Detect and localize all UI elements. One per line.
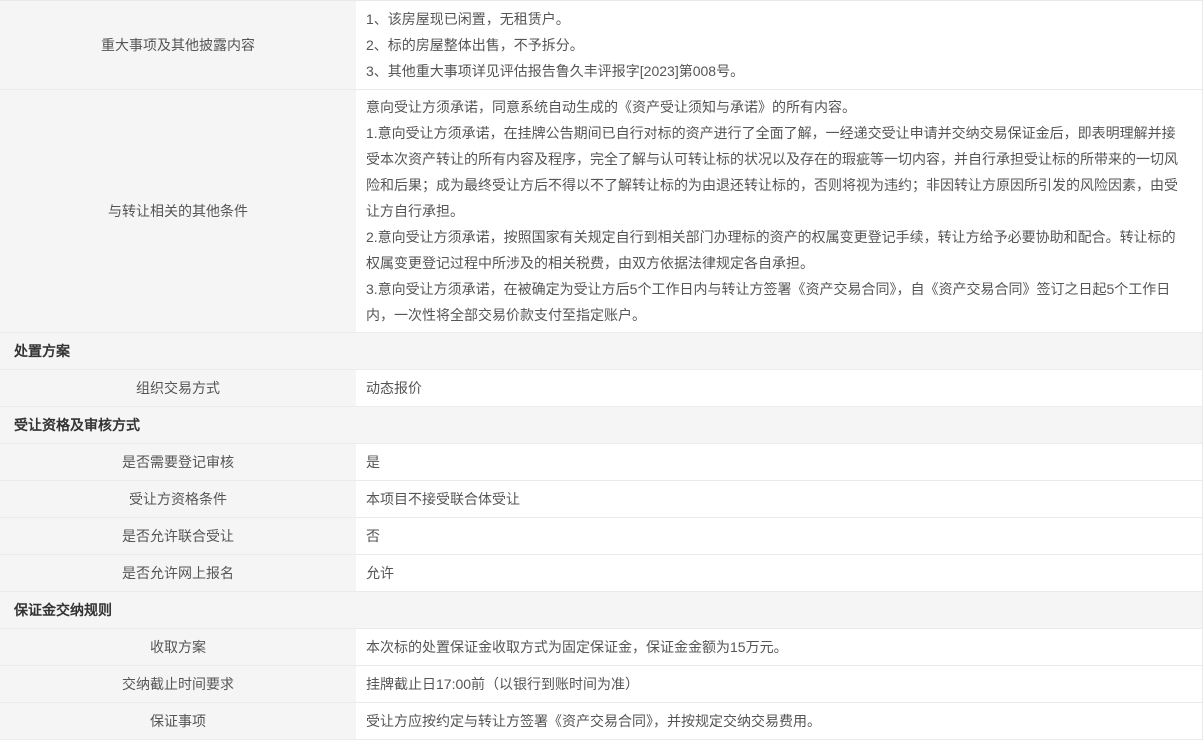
field-value: 否 — [358, 518, 1202, 554]
field-value: 受让方应按约定与转让方签署《资产交易合同》，并按规定交纳交易费用。 — [358, 703, 1202, 739]
field-value: 挂牌截止日17:00前（以银行到账时间为准） — [358, 666, 1202, 702]
disclosure-item: 3、其他重大事项详见评估报告鲁久丰评报字[2023]第008号。 — [366, 58, 1188, 84]
field-label: 保证事项 — [0, 703, 358, 739]
row-guarantee-matters: 保证事项 受让方应按约定与转让方签署《资产交易合同》，并按规定交纳交易费用。 — [0, 703, 1202, 740]
field-label: 是否允许网上报名 — [0, 555, 358, 591]
row-online-registration: 是否允许网上报名 允许 — [0, 555, 1202, 592]
field-label-text: 保证事项 — [150, 711, 206, 731]
field-label-text: 组织交易方式 — [136, 378, 220, 398]
field-value: 意向受让方须承诺，同意系统自动生成的《资产受让须知与承诺》的所有内容。 1.意向… — [358, 90, 1202, 332]
field-value-text: 允许 — [366, 563, 1188, 583]
field-value: 本次标的处置保证金收取方式为固定保证金，保证金金额为15万元。 — [358, 629, 1202, 665]
field-label: 是否需要登记审核 — [0, 444, 358, 480]
field-value-text: 否 — [366, 526, 1188, 546]
row-transfer-conditions: 与转让相关的其他条件 意向受让方须承诺，同意系统自动生成的《资产受让须知与承诺》… — [0, 90, 1202, 333]
field-label: 组织交易方式 — [0, 370, 358, 406]
condition-paragraph: 2.意向受让方须承诺，按照国家有关规定自行到相关部门办理标的资产的权属变更登记手… — [366, 224, 1188, 276]
field-value: 是 — [358, 444, 1202, 480]
field-value-text: 挂牌截止日17:00前（以银行到账时间为准） — [366, 674, 1188, 694]
field-label: 是否允许联合受让 — [0, 518, 358, 554]
field-label: 重大事项及其他披露内容 — [0, 1, 358, 89]
field-label-text: 是否需要登记审核 — [122, 452, 234, 472]
asset-transfer-info-table: 重大事项及其他披露内容 1、该房屋现已闲置，无租赁户。 2、标的房屋整体出售，不… — [0, 0, 1203, 740]
row-trading-method: 组织交易方式 动态报价 — [0, 370, 1202, 407]
field-value-text: 动态报价 — [366, 378, 1188, 398]
section-deposit-rules: 保证金交纳规则 — [0, 592, 1202, 629]
row-payment-deadline: 交纳截止时间要求 挂牌截止日17:00前（以银行到账时间为准） — [0, 666, 1202, 703]
row-major-disclosures: 重大事项及其他披露内容 1、该房屋现已闲置，无租赁户。 2、标的房屋整体出售，不… — [0, 1, 1202, 90]
condition-paragraph: 1.意向受让方须承诺，在挂牌公告期间已自行对标的资产进行了全面了解，一经递交受让… — [366, 120, 1188, 224]
row-joint-transfer: 是否允许联合受让 否 — [0, 518, 1202, 555]
field-label-text: 收取方案 — [150, 637, 206, 657]
field-label: 交纳截止时间要求 — [0, 666, 358, 702]
field-label: 与转让相关的其他条件 — [0, 90, 358, 332]
condition-paragraph: 意向受让方须承诺，同意系统自动生成的《资产受让须知与承诺》的所有内容。 — [366, 94, 1188, 120]
section-disposal-plan: 处置方案 — [0, 333, 1202, 370]
field-value: 本项目不接受联合体受让 — [358, 481, 1202, 517]
row-qualification-conditions: 受让方资格条件 本项目不接受联合体受让 — [0, 481, 1202, 518]
disclosure-item: 2、标的房屋整体出售，不予拆分。 — [366, 32, 1188, 58]
field-label: 收取方案 — [0, 629, 358, 665]
row-collection-plan: 收取方案 本次标的处置保证金收取方式为固定保证金，保证金金额为15万元。 — [0, 629, 1202, 666]
field-label: 受让方资格条件 — [0, 481, 358, 517]
field-label-text: 是否允许网上报名 — [122, 563, 234, 583]
section-transferee-qualification: 受让资格及审核方式 — [0, 407, 1202, 444]
field-value: 1、该房屋现已闲置，无租赁户。 2、标的房屋整体出售，不予拆分。 3、其他重大事… — [358, 1, 1202, 89]
field-label-text: 与转让相关的其他条件 — [108, 201, 248, 221]
row-registration-review: 是否需要登记审核 是 — [0, 444, 1202, 481]
field-label-text: 是否允许联合受让 — [122, 526, 234, 546]
field-label-text: 重大事项及其他披露内容 — [101, 35, 255, 55]
field-value: 允许 — [358, 555, 1202, 591]
field-value-text: 是 — [366, 452, 1188, 472]
condition-paragraph: 3.意向受让方须承诺，在被确定为受让方后5个工作日内与转让方签署《资产交易合同》… — [366, 276, 1188, 328]
field-value-text: 本次标的处置保证金收取方式为固定保证金，保证金金额为15万元。 — [366, 637, 1188, 657]
disclosure-item: 1、该房屋现已闲置，无租赁户。 — [366, 6, 1188, 32]
field-value-text: 本项目不接受联合体受让 — [366, 489, 1188, 509]
field-label-text: 受让方资格条件 — [129, 489, 227, 509]
field-label-text: 交纳截止时间要求 — [122, 674, 234, 694]
field-value-text: 受让方应按约定与转让方签署《资产交易合同》，并按规定交纳交易费用。 — [366, 711, 1188, 731]
field-value: 动态报价 — [358, 370, 1202, 406]
